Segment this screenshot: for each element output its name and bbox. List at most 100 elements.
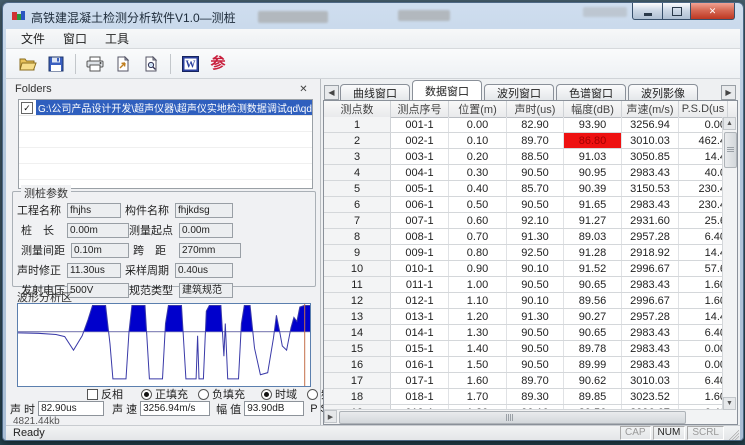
table-cell[interactable]: 004-1 <box>391 165 449 180</box>
table-cell[interactable]: 91.28 <box>564 245 622 260</box>
checkbox-icon[interactable] <box>87 389 98 400</box>
table-cell[interactable]: 3150.53 <box>622 181 679 196</box>
table-cell[interactable]: 2983.43 <box>622 277 679 292</box>
table-cell[interactable]: 006-1 <box>391 197 449 212</box>
table-cell[interactable]: 3050.85 <box>622 149 679 164</box>
table-cell[interactable]: 14 <box>324 325 391 340</box>
table-cell[interactable]: 16 <box>324 357 391 372</box>
table-cell[interactable]: 15 <box>324 341 391 356</box>
table-cell[interactable]: 1 <box>324 117 391 132</box>
table-cell[interactable]: 3256.94 <box>622 117 679 132</box>
vertical-scroll-thumb[interactable] <box>724 132 737 168</box>
table-cell[interactable]: 0.50 <box>449 197 507 212</box>
table-cell[interactable]: 89.70 <box>507 373 564 388</box>
readout-value[interactable]: 82.90us <box>38 401 104 416</box>
table-cell[interactable]: 90.50 <box>507 277 564 292</box>
table-cell[interactable]: 015-1 <box>391 341 449 356</box>
table-cell[interactable]: 008-1 <box>391 229 449 244</box>
parameters-button[interactable]: 参 <box>204 51 232 77</box>
tab-波列窗口[interactable]: 波列窗口 <box>484 84 554 100</box>
scroll-up-icon[interactable]: ▲ <box>723 117 736 130</box>
table-cell[interactable]: 14.4 <box>679 149 723 164</box>
table-row[interactable]: 11011-11.0090.5090.652983.431.60 <box>324 277 723 293</box>
table-cell[interactable]: 0.10 <box>449 133 507 148</box>
table-header-cell[interactable]: 声时(us) <box>507 101 564 117</box>
table-cell[interactable]: 85.70 <box>507 181 564 196</box>
table-cell[interactable]: 89.03 <box>564 229 622 244</box>
table-cell[interactable]: 90.10 <box>507 261 564 276</box>
folder-checkbox-icon[interactable]: ✓ <box>21 102 33 114</box>
print-preview-button[interactable] <box>137 51 165 77</box>
table-cell[interactable]: 6.40 <box>679 229 723 244</box>
folder-list[interactable]: ✓G:\公司产品设计开发\超声仪器\超声仪实地检测数据调试qd\qd03\qd0… <box>18 99 313 189</box>
table-row[interactable]: 13013-11.2091.3090.272957.2814.4 <box>324 309 723 325</box>
table-header-cell[interactable]: 声速(m/s) <box>622 101 679 117</box>
tab-数据窗口[interactable]: 数据窗口 <box>412 80 482 100</box>
table-cell[interactable]: 2996.67 <box>622 261 679 276</box>
table-cell[interactable]: 1.00 <box>449 277 507 292</box>
table-cell[interactable]: 1.10 <box>449 293 507 308</box>
table-header-cell[interactable]: P.S.D(us <box>679 101 728 117</box>
table-cell[interactable]: 89.70 <box>507 133 564 148</box>
table-cell[interactable]: 90.10 <box>507 293 564 308</box>
table-cell[interactable]: 0.70 <box>449 229 507 244</box>
table-cell[interactable]: 3010.03 <box>622 133 679 148</box>
table-cell[interactable]: 90.27 <box>564 309 622 324</box>
table-cell[interactable]: 14.4 <box>679 245 723 260</box>
table-cell[interactable]: 6 <box>324 197 391 212</box>
table-cell[interactable]: 0.30 <box>449 165 507 180</box>
table-row[interactable]: 12012-11.1090.1089.562996.671.60 <box>324 293 723 309</box>
tab-scroll-right-icon[interactable]: ▶ <box>721 85 736 100</box>
table-cell[interactable]: 90.50 <box>507 357 564 372</box>
menu-item[interactable]: 窗口 <box>54 28 96 49</box>
table-cell[interactable]: 18 <box>324 389 391 404</box>
table-cell[interactable]: 90.39 <box>564 181 622 196</box>
table-cell[interactable]: 8 <box>324 229 391 244</box>
table-cell[interactable]: 1.20 <box>449 309 507 324</box>
table-cell[interactable]: 2983.43 <box>622 357 679 372</box>
table-cell[interactable]: 91.27 <box>564 213 622 228</box>
table-cell[interactable]: 2957.28 <box>622 229 679 244</box>
table-cell[interactable]: 0.40 <box>449 181 507 196</box>
table-cell[interactable]: 0.00 <box>449 117 507 132</box>
maximize-button[interactable] <box>663 3 691 20</box>
open-file-button[interactable] <box>14 51 42 77</box>
readout-value[interactable]: 93.90dB <box>244 401 304 416</box>
table-row[interactable]: 4004-10.3090.5090.952983.4340.0 <box>324 165 723 181</box>
panel-close-icon[interactable]: ✕ <box>297 83 310 96</box>
table-row[interactable]: 14014-11.3090.5090.652983.436.40 <box>324 325 723 341</box>
table-cell[interactable]: 93.90 <box>564 117 622 132</box>
table-cell[interactable]: 1.60 <box>449 373 507 388</box>
table-cell[interactable]: 2996.67 <box>622 293 679 308</box>
table-cell[interactable]: 005-1 <box>391 181 449 196</box>
print-button[interactable] <box>81 51 109 77</box>
table-row[interactable]: 9009-10.8092.5091.282918.9214.4 <box>324 245 723 261</box>
table-cell[interactable]: 90.50 <box>507 197 564 212</box>
table-cell[interactable]: 2957.28 <box>622 309 679 324</box>
table-header-cell[interactable]: 测点序号 <box>391 101 449 117</box>
resize-grip[interactable] <box>726 427 739 440</box>
table-cell[interactable]: 86.80 <box>564 133 622 148</box>
table-cell[interactable]: 3010.03 <box>622 373 679 388</box>
table-row[interactable]: 3003-10.2088.5091.033050.8514.4 <box>324 149 723 165</box>
close-button[interactable]: ✕ <box>691 3 735 20</box>
table-cell[interactable]: 230.4 <box>679 181 723 196</box>
table-cell[interactable]: 1.40 <box>449 341 507 356</box>
table-row[interactable]: 18018-11.7089.3089.853023.521.60 <box>324 389 723 405</box>
table-cell[interactable]: 91.03 <box>564 149 622 164</box>
table-row[interactable]: 8008-10.7091.3089.032957.286.40 <box>324 229 723 245</box>
table-row[interactable]: 15015-11.4090.5089.782983.430.00 <box>324 341 723 357</box>
table-cell[interactable]: 1.70 <box>449 389 507 404</box>
table-cell[interactable]: 92.10 <box>507 213 564 228</box>
titlebar[interactable]: 高铁建混凝土检测分析软件V1.0—测桩 ✕ <box>3 3 743 29</box>
table-cell[interactable]: 013-1 <box>391 309 449 324</box>
table-cell[interactable]: 002-1 <box>391 133 449 148</box>
table-cell[interactable]: 0.00 <box>679 341 723 356</box>
table-cell[interactable]: 82.90 <box>507 117 564 132</box>
table-cell[interactable]: 17 <box>324 373 391 388</box>
table-cell[interactable]: 91.30 <box>507 229 564 244</box>
table-cell[interactable]: 3 <box>324 149 391 164</box>
table-cell[interactable]: 1.60 <box>679 389 723 404</box>
menu-item[interactable]: 工具 <box>96 28 138 49</box>
radio-icon[interactable] <box>198 389 209 400</box>
